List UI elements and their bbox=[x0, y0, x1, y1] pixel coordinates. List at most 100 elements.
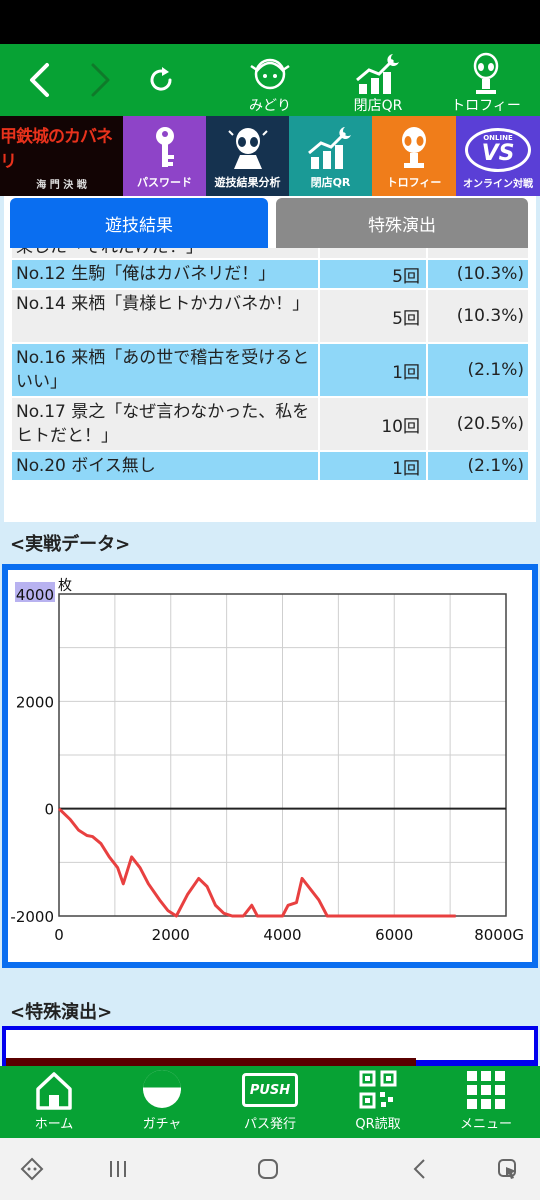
chevron-left-icon bbox=[30, 63, 49, 97]
nav-qr-read[interactable]: QR読取 bbox=[324, 1066, 432, 1138]
voice-count: 1回 bbox=[320, 344, 426, 396]
nav-home-label: ホーム bbox=[34, 1117, 74, 1132]
closing-qr-icon bbox=[356, 54, 399, 94]
tab-results[interactable]: 遊技結果 bbox=[10, 198, 268, 248]
chart-ytick-label: 0 bbox=[44, 801, 54, 819]
chart-xtick-label: 6000 bbox=[375, 926, 413, 944]
reload-button[interactable] bbox=[136, 44, 188, 116]
voice-count: 5回 bbox=[320, 290, 426, 342]
special-effects-heading: <特殊演出> bbox=[10, 1002, 113, 1023]
nav-gacha[interactable]: ガチャ bbox=[108, 1066, 216, 1138]
vs-badge-icon: ONLINE VS bbox=[465, 128, 531, 172]
actual-data-chart: 4000 2000 0 -2000 0 2000 4000 6000 8000G 枚 bbox=[2, 564, 538, 968]
game-logo-subtitle: 海 門 決 戦 bbox=[36, 179, 87, 191]
voice-pct bbox=[428, 248, 528, 258]
game-logo-tile[interactable]: 甲鉄城のカバネリ 海 門 決 戦 bbox=[0, 116, 123, 196]
status-bar bbox=[0, 0, 540, 44]
voice-name: No.20 ボイス無し bbox=[12, 452, 318, 480]
voice-count bbox=[320, 248, 426, 258]
top-nav: みどり 閉店QR トロフィー bbox=[0, 44, 540, 116]
voice-name: No.12 生駒「俺はカバネリだ！」 bbox=[12, 260, 318, 288]
voice-count: 5回 bbox=[320, 260, 426, 288]
chart-ytick-label: 4000 bbox=[16, 586, 54, 604]
chart-xtick-label: 4000 bbox=[263, 926, 301, 944]
nav-qr-read-label: QR読取 bbox=[355, 1117, 401, 1132]
closing-qr-tile[interactable]: 閉店QR bbox=[289, 116, 372, 196]
system-back-button[interactable] bbox=[398, 1138, 442, 1200]
voice-pct: (2.1%) bbox=[428, 344, 528, 396]
table-row: No.16 来栖「あの世で稽古を受けるといい」 1回 (2.1%) bbox=[12, 344, 528, 396]
voice-table: 果した「それだけだ！」 No.12 生駒「俺はカバネリだ！」5回(10.3%)N… bbox=[12, 248, 528, 514]
midori-label: みどり bbox=[249, 98, 291, 114]
trophy-label: トロフィー bbox=[451, 98, 521, 114]
result-analysis-tile[interactable]: 遊技結果分析 bbox=[206, 116, 289, 196]
system-nav-bar bbox=[0, 1138, 540, 1200]
online-battle-label: オンライン対戦 bbox=[463, 179, 533, 190]
assist-icon bbox=[498, 1159, 516, 1179]
nav-menu-label: メニュー bbox=[459, 1117, 512, 1132]
system-home-icon bbox=[258, 1159, 278, 1179]
game-logo-title: 甲鉄城のカバネリ bbox=[0, 126, 113, 172]
voice-name: 果した「それだけだ！」 bbox=[12, 248, 318, 258]
voice-pct: (10.3%) bbox=[428, 260, 528, 288]
game-launcher-button[interactable] bbox=[10, 1138, 54, 1200]
chevron-right-icon bbox=[91, 63, 110, 97]
chart-svg: 400020000-20000 2000 4000 6000 8000G枚 bbox=[10, 578, 524, 944]
game-launcher-icon bbox=[20, 1157, 44, 1181]
chart-ytick-label: -2000 bbox=[10, 908, 54, 926]
nav-menu[interactable]: メニュー bbox=[432, 1066, 540, 1138]
nav-gacha-label: ガチャ bbox=[142, 1117, 182, 1132]
assist-button[interactable] bbox=[486, 1138, 530, 1200]
table-row: No.20 ボイス無し 1回 (2.1%) bbox=[12, 452, 528, 480]
voice-name: No.17 景之「なぜ言わなかった、私をヒトだと！」 bbox=[12, 398, 318, 450]
system-home-button[interactable] bbox=[246, 1138, 290, 1200]
voice-pct: (20.5%) bbox=[428, 398, 528, 450]
chart-ylabel: 枚 bbox=[58, 578, 72, 594]
trophy-tile-icon bbox=[402, 127, 426, 168]
nav-pass-issue[interactable]: PUSH パス発行 bbox=[216, 1066, 324, 1138]
chart-xtick-label: 2000 bbox=[152, 926, 190, 944]
special-effects-image bbox=[6, 1058, 416, 1066]
vs-badge-text: VS bbox=[481, 141, 515, 166]
online-battle-tile[interactable]: ONLINE VS オンライン対戦 bbox=[456, 116, 540, 196]
table-row-partial: 果した「それだけだ！」 bbox=[12, 248, 528, 258]
actual-data-heading: <実戦データ> bbox=[10, 534, 131, 555]
closing-qr-tile-label: 閉店QR bbox=[310, 176, 351, 189]
table-row: No.14 来栖「貴様ヒトかカバネか！」 5回 (10.3%) bbox=[12, 290, 528, 342]
closing-qr-button[interactable]: 閉店QR bbox=[330, 48, 426, 114]
trophy-tile[interactable]: トロフィー bbox=[372, 116, 456, 196]
voice-name: No.14 来栖「貴様ヒトかカバネか！」 bbox=[12, 290, 318, 342]
midori-button[interactable]: みどり bbox=[222, 48, 318, 114]
table-row: No.17 景之「なぜ言わなかった、私をヒトだと！」 10回 (20.5%) bbox=[12, 398, 528, 450]
results-panel: 遊技結果 特殊演出 果した「それだけだ！」 No.12 生駒「俺はカバネリだ！」… bbox=[4, 196, 536, 522]
trophy-alien-icon bbox=[473, 52, 499, 94]
menu-grid-icon bbox=[467, 1071, 505, 1109]
back-button[interactable] bbox=[14, 44, 66, 116]
key-icon bbox=[155, 127, 174, 167]
recents-button[interactable] bbox=[96, 1138, 140, 1200]
tab-special[interactable]: 特殊演出 bbox=[276, 198, 528, 248]
trophy-button[interactable]: トロフィー bbox=[438, 48, 534, 114]
password-tile[interactable]: パスワード bbox=[123, 116, 206, 196]
nav-home[interactable]: ホーム bbox=[0, 1066, 108, 1138]
special-effects-content bbox=[6, 1030, 534, 1060]
voice-count: 10回 bbox=[320, 398, 426, 450]
password-label: パスワード bbox=[137, 176, 192, 189]
trophy-tile-label: トロフィー bbox=[386, 176, 442, 189]
analysis-alien-icon bbox=[227, 128, 268, 169]
push-badge-text: PUSH bbox=[249, 1082, 291, 1098]
table-row: No.12 生駒「俺はカバネリだ！」 5回 (10.3%) bbox=[12, 260, 528, 288]
recents-icon bbox=[110, 1161, 126, 1177]
midori-character-icon bbox=[250, 58, 290, 90]
voice-pct: (2.1%) bbox=[428, 452, 528, 480]
nav-pass-issue-label: パス発行 bbox=[243, 1117, 296, 1132]
system-back-icon bbox=[413, 1159, 425, 1179]
voice-name: No.16 来栖「あの世で稽古を受けるといい」 bbox=[12, 344, 318, 396]
voice-pct: (10.3%) bbox=[428, 290, 528, 342]
forward-button[interactable] bbox=[74, 44, 126, 116]
voice-count: 1回 bbox=[320, 452, 426, 480]
closing-qr-label: 閉店QR bbox=[353, 98, 403, 114]
chart-xtick-label: 0 bbox=[54, 926, 64, 944]
reload-icon bbox=[150, 67, 172, 91]
closing-qr-chart-icon bbox=[307, 127, 351, 169]
